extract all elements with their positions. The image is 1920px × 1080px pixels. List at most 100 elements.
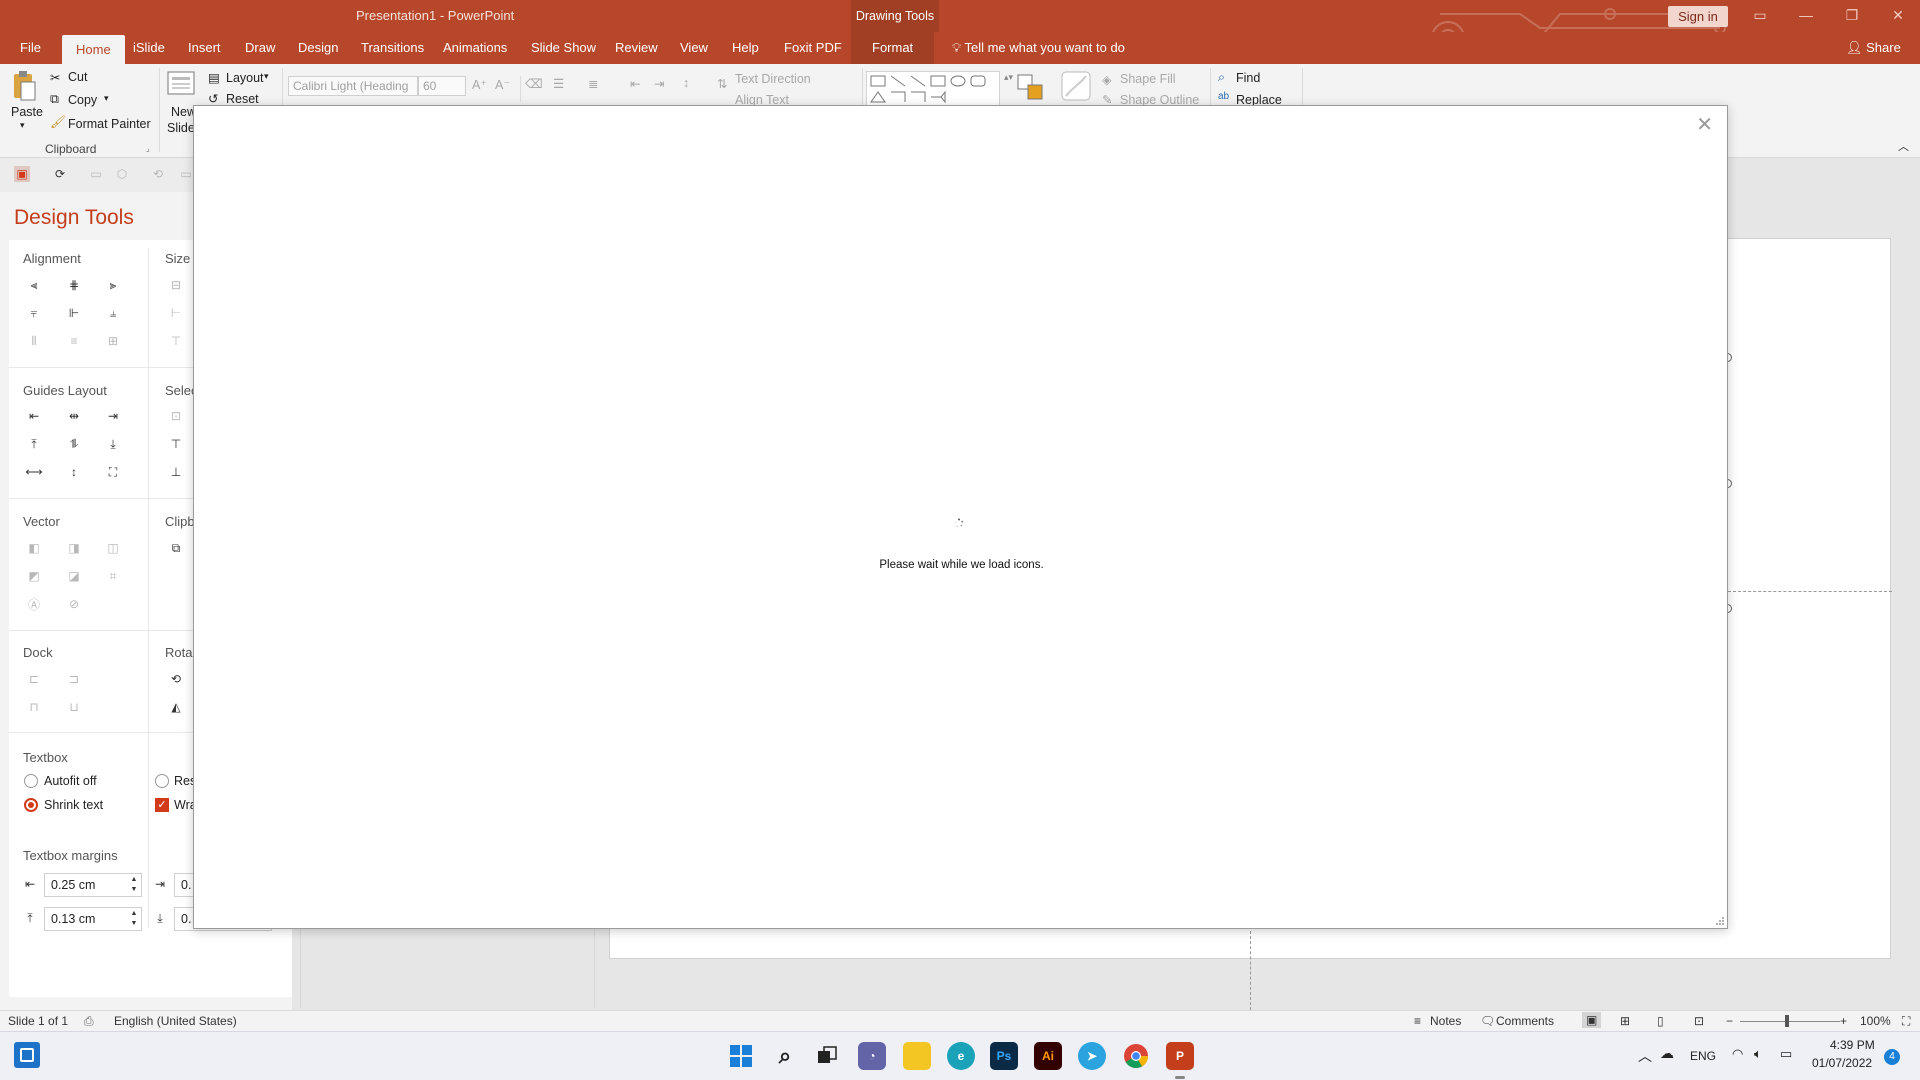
- dock-top-icon[interactable]: ⊓: [26, 699, 42, 715]
- cut-button[interactable]: Cut: [68, 70, 87, 84]
- windows-start-icon[interactable]: [727, 1042, 755, 1070]
- clear-formatting-icon[interactable]: ⌫: [525, 76, 543, 91]
- select-top-icon[interactable]: ⊤: [168, 436, 184, 452]
- tab-help[interactable]: Help: [732, 32, 759, 64]
- clipboard-launcher-icon[interactable]: ⌟: [146, 144, 150, 153]
- line-spacing-icon[interactable]: ↕: [683, 76, 689, 90]
- task-view-icon[interactable]: [813, 1042, 841, 1070]
- refresh-tools-icon[interactable]: ⟳: [52, 166, 68, 182]
- copy-button[interactable]: Copy: [68, 93, 97, 107]
- align-center-icon[interactable]: ⋕: [66, 277, 82, 293]
- decrease-font-icon[interactable]: A⁻: [495, 77, 510, 92]
- new-slide-icon[interactable]: [167, 70, 195, 98]
- distribute-grid-icon[interactable]: ⊞: [105, 333, 121, 349]
- notification-badge[interactable]: 4: [1884, 1049, 1900, 1065]
- align-top-icon[interactable]: ⫧: [26, 305, 42, 321]
- toolbar-icon-3[interactable]: ▭: [88, 166, 104, 182]
- guide-middle-icon[interactable]: ⥮: [66, 436, 82, 452]
- text-direction-button[interactable]: Text Direction: [735, 72, 811, 86]
- same-height-icon[interactable]: ⊢: [168, 305, 184, 321]
- toolbar-icon-6[interactable]: ▭: [178, 166, 194, 182]
- collapse-ribbon-icon[interactable]: ︿: [1898, 138, 1909, 154]
- paste-button[interactable]: Paste: [11, 105, 43, 119]
- cut-icon[interactable]: ✂: [50, 70, 60, 85]
- spellcheck-icon[interactable]: ⎙: [84, 1014, 94, 1029]
- layout-button[interactable]: Layout: [226, 71, 264, 85]
- clock-date[interactable]: 01/07/2022: [1812, 1056, 1872, 1070]
- edge-icon[interactable]: e: [947, 1042, 975, 1070]
- same-size-icon[interactable]: ⊤: [168, 333, 184, 349]
- dock-right-icon[interactable]: ⊐: [66, 671, 82, 687]
- guide-left-icon[interactable]: ⇤: [26, 408, 42, 424]
- language-indicator[interactable]: ENG: [1690, 1049, 1716, 1063]
- quick-styles-icon[interactable]: [1060, 70, 1092, 104]
- zoom-level[interactable]: 100%: [1860, 1014, 1891, 1028]
- text-to-shape-icon[interactable]: Ⓐ: [26, 596, 42, 612]
- distribute-vertical-icon[interactable]: ≡: [66, 333, 82, 349]
- margin-top-spinner-icon[interactable]: ▲ ▼: [129, 909, 139, 929]
- margin-top-input[interactable]: 0.13 cm ▲ ▼: [44, 907, 142, 931]
- shape-fill-icon[interactable]: ◈: [1102, 72, 1112, 87]
- tab-islide[interactable]: iSlide: [133, 32, 165, 64]
- guide-stretch-h-icon[interactable]: ⟷: [25, 464, 42, 480]
- edit-points-icon[interactable]: ⌗: [105, 568, 121, 584]
- shapes-more-icon[interactable]: ▴▾: [1004, 72, 1013, 83]
- increase-indent-icon[interactable]: ⇥: [654, 76, 664, 91]
- photoshop-icon[interactable]: Ps: [990, 1042, 1018, 1070]
- find-icon[interactable]: ⌕: [1218, 70, 1225, 85]
- fragment-icon[interactable]: ◫: [105, 540, 121, 556]
- arrange-icon[interactable]: [1016, 73, 1044, 101]
- slide-sorter-icon[interactable]: ⊞: [1620, 1014, 1630, 1028]
- notes-icon[interactable]: ≡: [1414, 1014, 1421, 1028]
- text-direction-icon[interactable]: ⇅: [717, 76, 727, 91]
- ribbon-display-options-icon[interactable]: ▭: [1737, 0, 1783, 32]
- increase-font-icon[interactable]: A⁺: [472, 77, 487, 92]
- search-icon[interactable]: ⌕: [771, 1042, 799, 1070]
- toolbar-icon-4[interactable]: ⬡: [114, 166, 130, 182]
- tab-format[interactable]: Format: [851, 32, 935, 64]
- align-middle-icon[interactable]: ⊩: [66, 305, 82, 321]
- reading-view-icon[interactable]: ▯: [1657, 1014, 1664, 1028]
- tab-insert[interactable]: Insert: [188, 32, 221, 64]
- notes-button[interactable]: Notes: [1430, 1014, 1461, 1028]
- guide-top-icon[interactable]: ⤒: [26, 436, 42, 452]
- tell-me-search[interactable]: 💡︎ Tell me what you want to do: [952, 32, 1125, 64]
- guide-stretch-v-icon[interactable]: ↕: [66, 464, 82, 480]
- guide-fill-icon[interactable]: ⛶: [105, 464, 121, 480]
- slide-count[interactable]: Slide 1 of 1: [8, 1014, 68, 1028]
- tab-home[interactable]: Home: [62, 35, 125, 64]
- dock-bottom-icon[interactable]: ⊔: [66, 699, 82, 715]
- comments-button[interactable]: Comments: [1496, 1014, 1554, 1028]
- subtract-icon[interactable]: ◪: [66, 568, 82, 584]
- telegram-icon[interactable]: ➤: [1078, 1042, 1106, 1070]
- reset-button[interactable]: Reset: [226, 92, 259, 106]
- layout-dropdown-icon[interactable]: ▾: [264, 71, 269, 82]
- numbering-icon[interactable]: ≣: [588, 76, 598, 91]
- copy-dropdown-icon[interactable]: ▾: [104, 93, 109, 104]
- copy-paste-icon[interactable]: ⧉: [168, 540, 184, 556]
- paste-dropdown-icon[interactable]: ▾: [20, 120, 25, 131]
- tab-transitions[interactable]: Transitions: [361, 32, 424, 64]
- shapes-gallery[interactable]: [866, 71, 1000, 107]
- tab-draw[interactable]: Draw: [245, 32, 275, 64]
- show-hidden-icons[interactable]: ︿: [1638, 1046, 1652, 1066]
- close-window-icon[interactable]: ✕: [1875, 0, 1920, 32]
- shrink-text-radio[interactable]: [24, 798, 38, 812]
- clock-time[interactable]: 4:39 PM: [1830, 1038, 1875, 1052]
- format-painter-button[interactable]: Format Painter: [68, 117, 151, 131]
- tab-design[interactable]: Design: [298, 32, 338, 64]
- new-slide-label-2[interactable]: Slide: [167, 121, 195, 135]
- align-right-icon[interactable]: ⫸: [105, 277, 121, 293]
- distribute-horizontal-icon[interactable]: ⫴: [26, 333, 42, 349]
- fit-slide-icon[interactable]: ⛶: [1902, 1014, 1910, 1029]
- language-status[interactable]: English (United States): [114, 1014, 237, 1028]
- restore-icon[interactable]: ❐: [1829, 0, 1875, 32]
- select-bottom-icon[interactable]: ⊥: [168, 464, 184, 480]
- zoom-in-icon[interactable]: +: [1840, 1014, 1847, 1028]
- union-icon[interactable]: ◧: [26, 540, 42, 556]
- font-size-combo[interactable]: 60: [418, 76, 466, 96]
- file-explorer-icon[interactable]: [903, 1042, 931, 1070]
- font-name-combo[interactable]: Calibri Light (Heading: [288, 76, 418, 96]
- decrease-indent-icon[interactable]: ⇤: [630, 76, 640, 91]
- guide-center-icon[interactable]: ⇹: [66, 408, 82, 424]
